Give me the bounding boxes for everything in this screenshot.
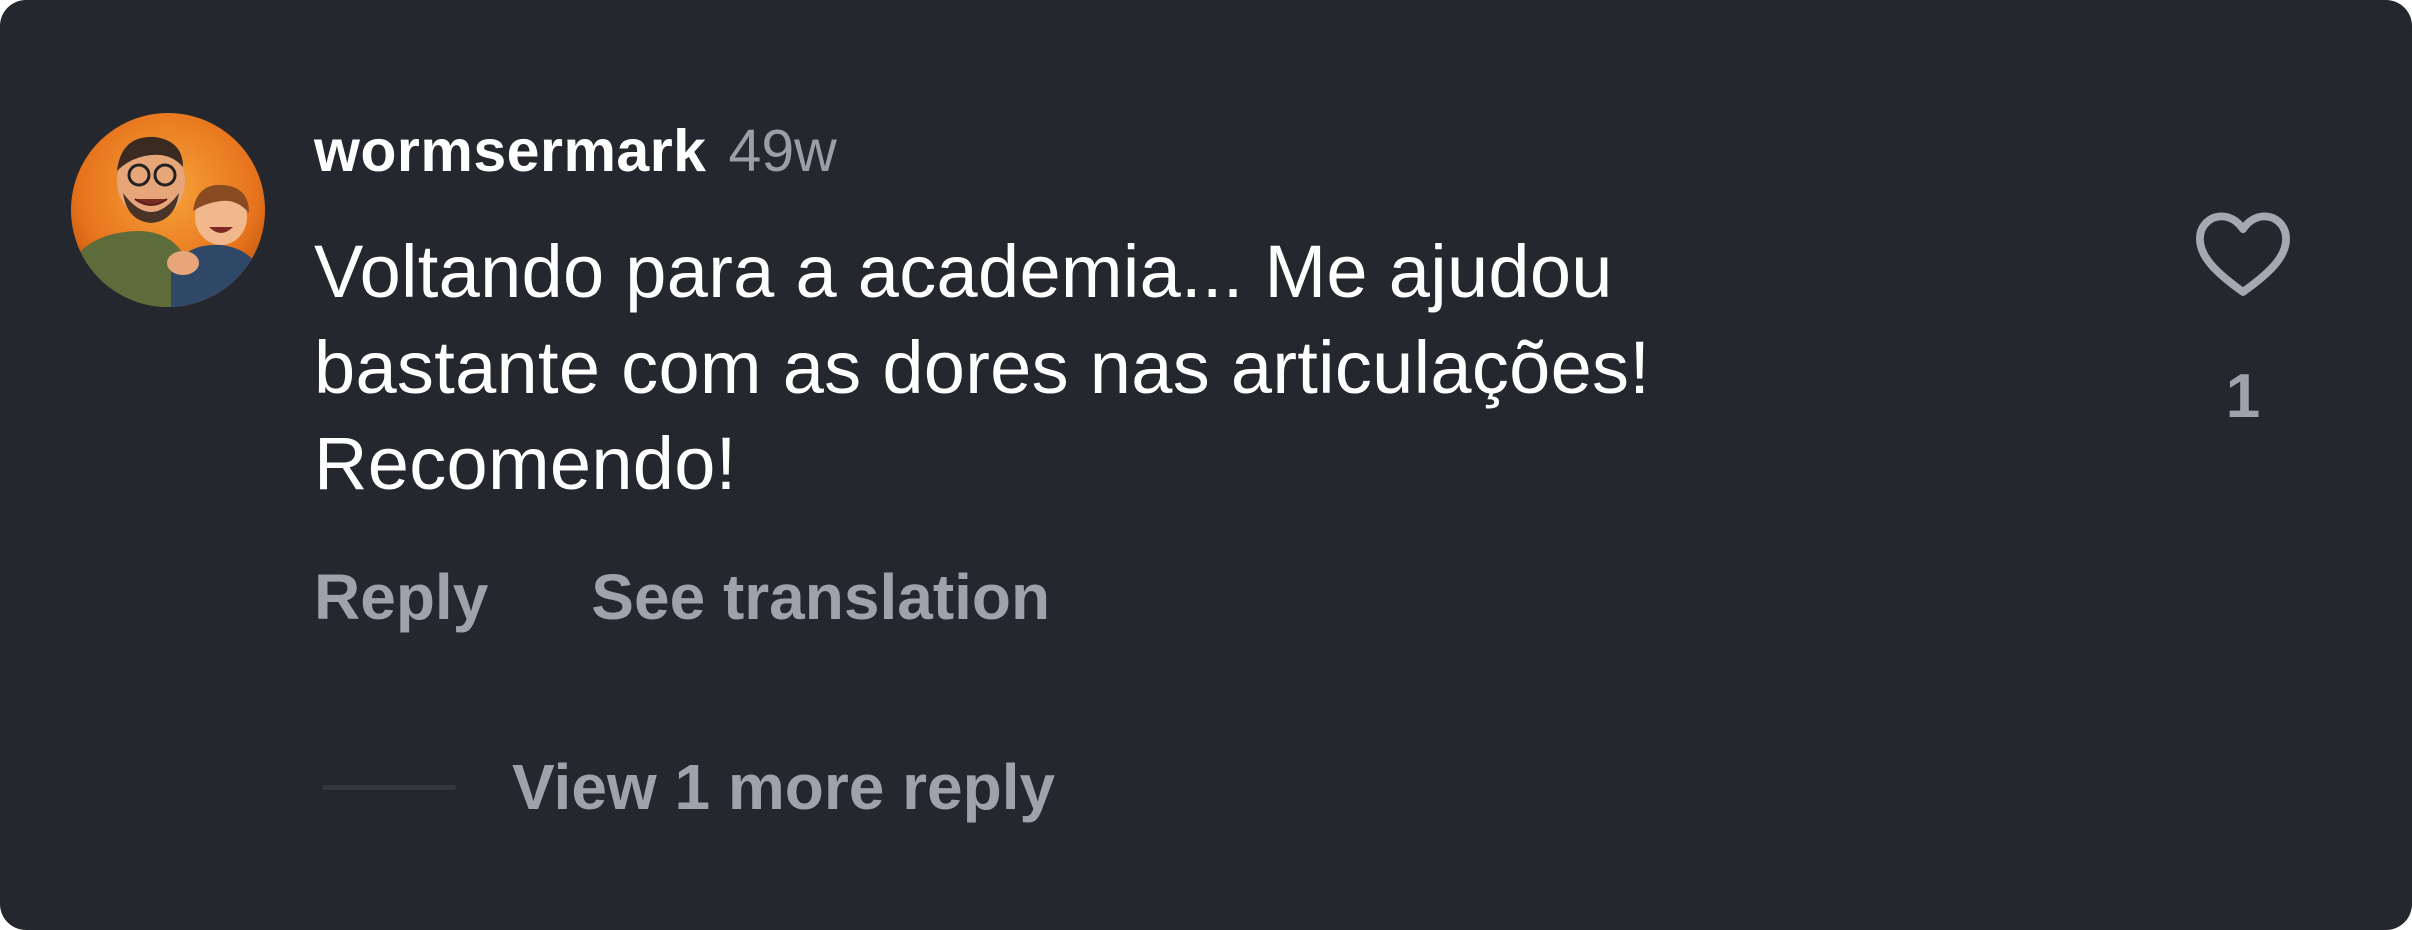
comment-card: wormsermark 49w Voltando para a academia…: [0, 0, 2412, 930]
comment-header: wormsermark 49w: [314, 117, 837, 197]
comment-actions: Reply See translation: [314, 560, 1050, 634]
view-more-replies-button[interactable]: View 1 more reply: [322, 750, 1055, 824]
comment-text: Voltando para a academia... Me ajudou ba…: [314, 230, 1651, 505]
like-count: 1: [2225, 362, 2261, 431]
timestamp: 49w: [728, 118, 837, 184]
view-more-replies-label: View 1 more reply: [512, 751, 1056, 823]
avatar-illustration: [71, 113, 265, 307]
see-translation-button[interactable]: See translation: [591, 560, 1050, 634]
reply-button[interactable]: Reply: [314, 560, 488, 634]
username[interactable]: wormsermark: [314, 117, 707, 185]
heart-outline-icon: [2196, 212, 2290, 296]
reply-divider-line: [322, 784, 456, 790]
like-button[interactable]: [2188, 198, 2298, 308]
avatar[interactable]: [71, 113, 265, 307]
